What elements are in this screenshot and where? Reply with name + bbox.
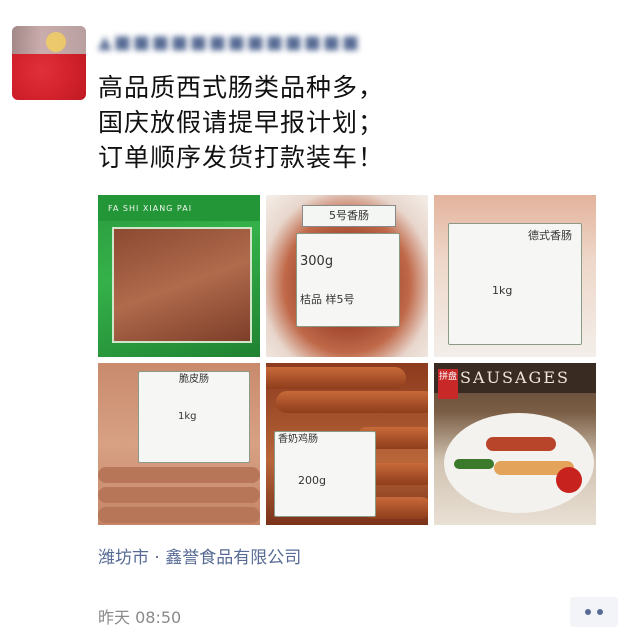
- package-label: 德式香肠 1kg: [448, 223, 582, 345]
- post-text-line: 高品质西式肠类品种多，: [98, 73, 385, 102]
- package-weight: 300g: [300, 254, 334, 269]
- location-link[interactable]: 潍坊市 · 鑫誉食品有限公司: [98, 543, 301, 568]
- sausage: [486, 437, 556, 451]
- photo-cheese-chicken-sausage-pack[interactable]: 香奶鸡肠 200g: [266, 363, 428, 525]
- photo-sausage-platter[interactable]: SAUSAGES 拼盘: [434, 363, 596, 525]
- sausage-link: [98, 507, 260, 523]
- package-title: 脆皮肠: [179, 374, 209, 385]
- package-title: 德式香肠: [528, 229, 572, 242]
- package-note: 桔品 样5号: [300, 293, 355, 306]
- post-text-line: 国庆放假请提早报计划；: [98, 108, 385, 137]
- package-window: [112, 227, 252, 343]
- package-weight: 1kg: [178, 411, 197, 422]
- sausage-link: [98, 487, 260, 503]
- more-button[interactable]: [570, 597, 618, 627]
- avatar[interactable]: [12, 26, 86, 100]
- sausage: [276, 391, 428, 413]
- package-label: 香奶鸡肠 200g: [274, 431, 376, 517]
- package-brand-text: FA SHI XIANG PAI: [108, 204, 193, 213]
- more-dots-icon: [585, 609, 591, 615]
- package-weight: 200g: [298, 474, 326, 487]
- package-label: 脆皮肠 1kg: [138, 371, 250, 463]
- sausage: [266, 367, 406, 389]
- package-weight: 1kg: [492, 284, 513, 297]
- tomato: [556, 467, 582, 493]
- poster-nickname[interactable]: ▲■■■■■■■■■■■■■: [98, 32, 418, 54]
- post-text: 高品质西式肠类品种多， 国庆放假请提早报计划； 订单顺序发货打款装车！: [98, 70, 618, 175]
- more-dots-icon: [597, 609, 603, 615]
- package-label: 300g 桔品 样5号: [296, 233, 400, 327]
- package-title: 香奶鸡肠: [278, 434, 318, 445]
- platter-banner: SAUSAGES: [434, 363, 596, 393]
- photo-grid: FA SHI XIANG PAI 5号香肠 300g 桔品 样5号 德式香肠 1…: [98, 195, 596, 525]
- platter-tag: 拼盘: [438, 369, 458, 399]
- sausage-link: [98, 467, 260, 483]
- photo-no5-sausage-pack[interactable]: 5号香肠 300g 桔品 样5号: [266, 195, 428, 357]
- herb: [454, 459, 494, 469]
- post-time: 昨天 08:50: [98, 608, 182, 627]
- post-text-line: 订单顺序发货打款装车！: [98, 143, 385, 172]
- photo-green-sausage-pack[interactable]: FA SHI XIANG PAI: [98, 195, 260, 357]
- photo-crisp-sausage-pack[interactable]: 脆皮肠 1kg: [98, 363, 260, 525]
- package-title: 5号香肠: [302, 205, 396, 227]
- photo-dehua-sausage-pack[interactable]: 德式香肠 1kg: [434, 195, 596, 357]
- avatar-image-detail: [46, 32, 66, 52]
